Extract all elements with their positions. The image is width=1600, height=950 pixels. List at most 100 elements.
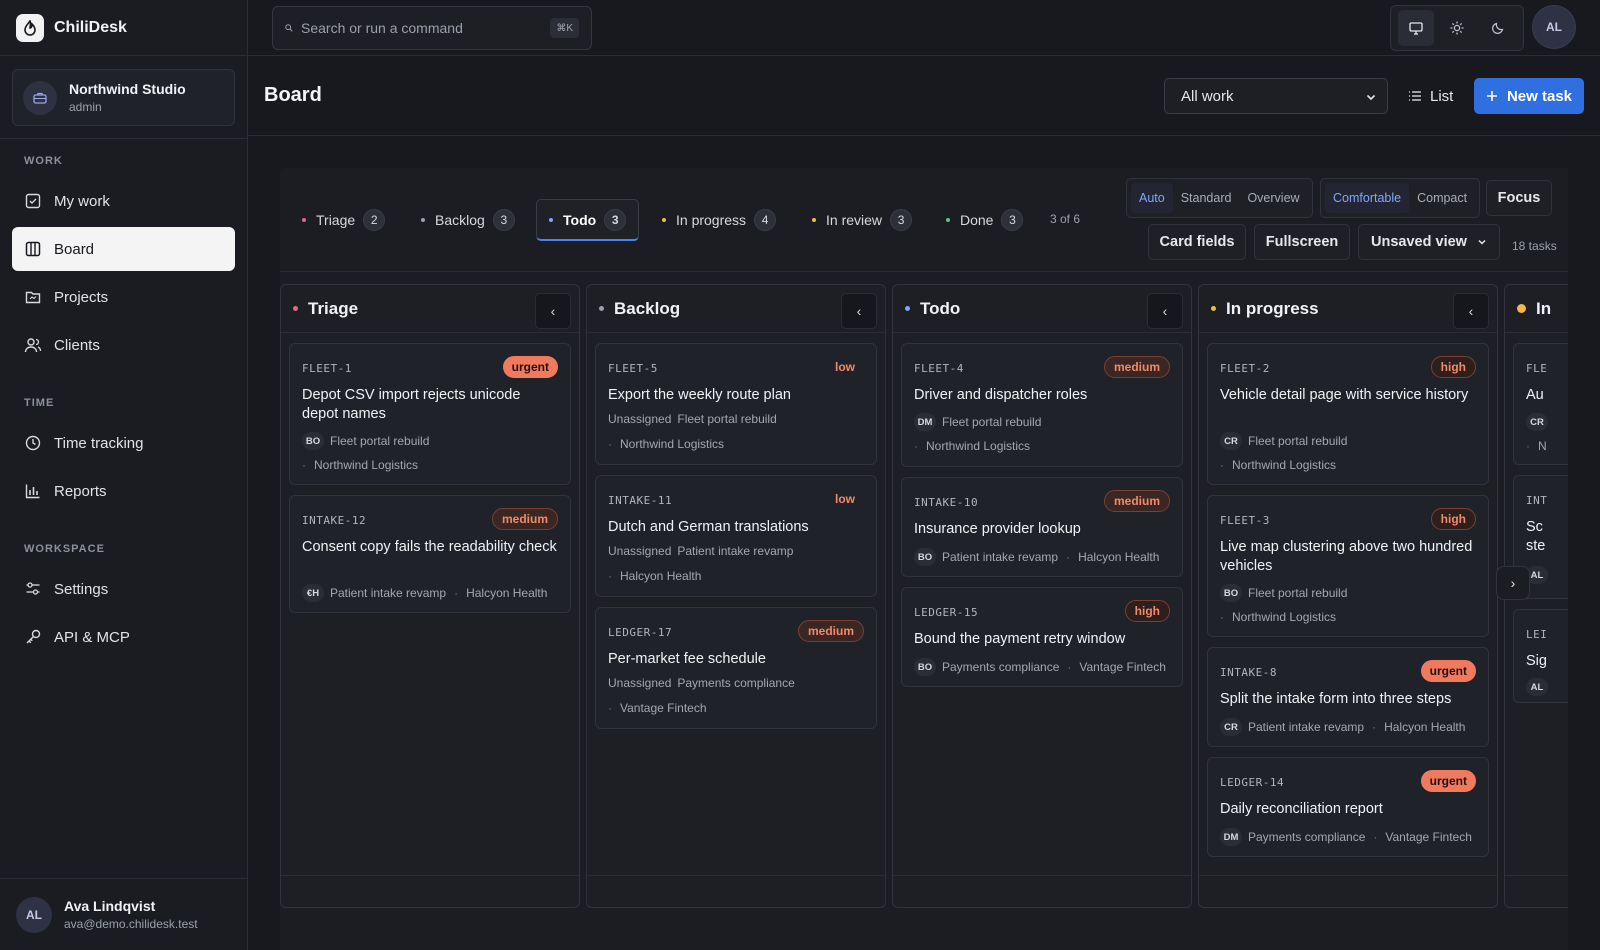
assignee-avatar: DM [1220, 828, 1242, 846]
column-todo: Todo ‹ FLEET-4 medium Driver and dispatc… [892, 284, 1192, 908]
moon-icon[interactable] [1480, 10, 1516, 46]
nav-section-work: WORK [24, 155, 63, 167]
column-header: In progress ‹ [1199, 285, 1497, 333]
task-card[interactable]: INTAKE-11 low Dutch and German translati… [595, 475, 877, 597]
assignee-avatar: DM [914, 413, 936, 431]
task-meta: CR [1526, 413, 1554, 431]
assignee-avatar: CR [1526, 413, 1548, 431]
sidebar-item-settings[interactable]: Settings [12, 567, 235, 611]
sidebar-item-my-work[interactable]: My work [12, 179, 235, 223]
layout-overview-option[interactable]: Overview [1239, 183, 1307, 213]
task-id: INTAKE-10 [914, 496, 979, 509]
sidebar-item-api-mcp[interactable]: API & MCP [12, 615, 235, 659]
task-card[interactable]: INTAKE-8 urgent Split the intake form in… [1207, 647, 1489, 747]
tab-backlog[interactable]: Backlog 3 [409, 199, 527, 241]
task-card[interactable]: FLEET-1 urgent Depot CSV import rejects … [289, 343, 571, 485]
tab-count: 3 [1001, 209, 1024, 231]
task-card[interactable]: LEDGER-15 high Bound the payment retry w… [901, 587, 1183, 687]
task-card[interactable]: FLEET-3 high Live map clustering above t… [1207, 495, 1489, 637]
task-title: Au [1526, 387, 1544, 403]
page-title: Board [264, 84, 322, 106]
column-backlog: Backlog ‹ FLEET-5 low Export the weekly … [586, 284, 886, 908]
task-title: Dutch and German translations [608, 519, 809, 535]
task-title: Export the weekly route plan [608, 387, 791, 403]
user-menu[interactable]: AL Ava Lindqvist ava@demo.chilidesk.test [0, 878, 247, 950]
layout-standard-option[interactable]: Standard [1173, 183, 1240, 213]
density-comfortable-option[interactable]: Comfortable [1325, 183, 1410, 213]
task-id: LEDGER-15 [914, 606, 979, 619]
column-title: In [1536, 298, 1552, 318]
sliders-icon [24, 580, 42, 598]
task-meta: CR Fleet portal rebuild [1220, 432, 1347, 450]
chevron-right-icon[interactable]: › [1496, 566, 1530, 600]
chevron-down-icon [1365, 90, 1377, 107]
task-card[interactable]: INTAKE-10 medium Insurance provider look… [901, 477, 1183, 577]
sidebar-item-projects[interactable]: Projects [12, 275, 235, 319]
task-title: Sc ste [1526, 519, 1546, 554]
brand[interactable]: ChiliDesk [0, 0, 247, 56]
sidebar-item-board[interactable]: Board [12, 227, 235, 271]
task-card[interactable]: LEDGER-14 urgent Daily reconciliation re… [1207, 757, 1489, 857]
tab-in-progress[interactable]: In progress 4 [650, 199, 788, 241]
sun-icon[interactable] [1439, 10, 1475, 46]
task-card[interactable]: FLEET-4 medium Driver and dispatcher rol… [901, 343, 1183, 467]
task-title: Consent copy fails the readability check [302, 539, 557, 555]
tab-triage[interactable]: Triage 2 [290, 199, 397, 241]
task-client: · Northwind Logistics [914, 439, 1031, 453]
monitor-icon[interactable] [1397, 10, 1434, 46]
project-name: Payments compliance [1248, 830, 1366, 844]
focus-button[interactable]: Focus [1486, 180, 1552, 216]
task-meta: DM Fleet portal rebuild [914, 413, 1041, 431]
search-input[interactable]: Search or run a command ⌘K [272, 6, 592, 50]
chevron-left-icon[interactable]: ‹ [1453, 293, 1489, 329]
task-id: INTAKE-11 [608, 494, 673, 507]
task-meta: DM Payments compliance · Vantage Fintech [1220, 828, 1472, 846]
column-footer [281, 875, 579, 907]
chevron-left-icon[interactable]: ‹ [1147, 293, 1183, 329]
task-id: FLE [1526, 362, 1548, 375]
user-avatar-button[interactable]: AL [1532, 5, 1576, 49]
task-id: FLEET-3 [1220, 514, 1270, 527]
org-switcher[interactable]: Northwind Studio admin [12, 69, 235, 126]
card-fields-button[interactable]: Card fields [1148, 224, 1246, 260]
sidebar-item-label: Clients [54, 336, 100, 354]
layout-auto-option[interactable]: Auto [1131, 183, 1173, 213]
task-card[interactable]: FLEET-5 low Export the weekly route plan… [595, 343, 877, 465]
view-select-button[interactable]: Unsaved view [1358, 224, 1500, 260]
task-card[interactable]: INTAKE-12 medium Consent copy fails the … [289, 495, 571, 613]
shortcut-badge: ⌘K [550, 18, 579, 38]
assignee-avatar: €H [302, 584, 324, 602]
task-meta: BO Fleet portal rebuild [302, 432, 429, 450]
topbar: Search or run a command ⌘K AL [248, 0, 1600, 56]
task-title: Daily reconciliation report [1220, 801, 1383, 817]
task-card[interactable]: LEI Sig AL [1513, 609, 1568, 703]
column-title: Backlog [614, 298, 681, 318]
task-card[interactable]: LEDGER-17 medium Per-market fee schedule… [595, 607, 877, 729]
sidebar-item-clients[interactable]: Clients [12, 323, 235, 367]
sidebar-item-time-tracking[interactable]: Time tracking [12, 421, 235, 465]
task-card[interactable]: FLEET-2 high Vehicle detail page with se… [1207, 343, 1489, 485]
task-title: Per-market fee schedule [608, 651, 766, 667]
fullscreen-button[interactable]: Fullscreen [1254, 224, 1350, 260]
work-filter-select[interactable]: All work [1164, 78, 1388, 114]
new-task-button[interactable]: New task [1474, 78, 1584, 114]
client-name: Northwind Logistics [1232, 458, 1337, 472]
density-compact-option[interactable]: Compact [1409, 183, 1475, 213]
list-view-button[interactable]: List [1408, 78, 1453, 114]
search-placeholder: Search or run a command [301, 20, 463, 36]
task-meta: Unassigned Payments compliance [608, 676, 795, 690]
tab-in-review[interactable]: In review 3 [800, 199, 924, 241]
assignee-avatar: BO [1220, 584, 1242, 602]
task-id: FLEET-5 [608, 362, 658, 375]
chevron-left-icon[interactable]: ‹ [535, 293, 571, 329]
tab-todo[interactable]: Todo 3 [536, 199, 640, 241]
tabs-summary: 3 of 6 [1050, 212, 1081, 226]
sidebar-item-reports[interactable]: Reports [12, 469, 235, 513]
chili-logo-icon [16, 13, 44, 42]
chevron-left-icon[interactable]: ‹ [841, 293, 877, 329]
task-card[interactable]: FLE Au CR · N [1513, 343, 1568, 465]
tab-done[interactable]: Done 3 [934, 199, 1035, 241]
client-name: Halcyon Health [1078, 550, 1160, 564]
project-name: Fleet portal rebuild [677, 412, 777, 426]
priority-badge: high [1124, 600, 1170, 622]
